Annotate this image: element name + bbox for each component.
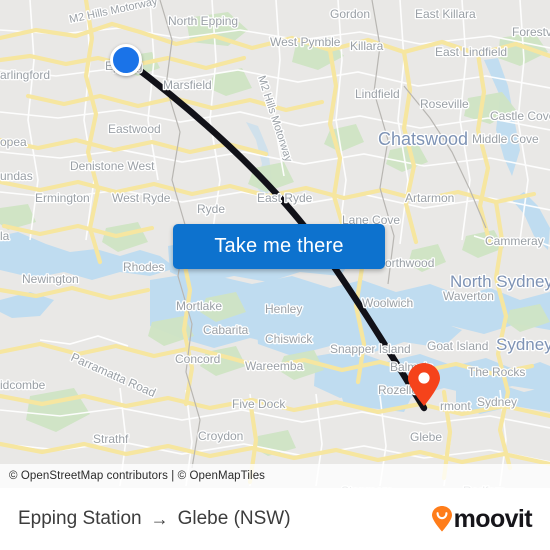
map-label: undas bbox=[0, 169, 33, 183]
map-label: Five Dock bbox=[232, 397, 286, 411]
route-summary: Epping Station → Glebe (NSW) bbox=[18, 508, 291, 530]
map-label: Denistone West bbox=[70, 159, 155, 173]
map-label: Artarmon bbox=[405, 191, 454, 205]
map-label: Strathf bbox=[93, 432, 129, 446]
map-label: North Epping bbox=[168, 14, 238, 28]
map-label: Goat Island bbox=[427, 339, 488, 353]
arrow-right-icon: → bbox=[150, 509, 169, 529]
map-label: Chiswick bbox=[265, 332, 313, 346]
map-label: The Rocks bbox=[468, 365, 525, 379]
map-label: Castle Cove bbox=[490, 109, 550, 123]
map-label: arlingford bbox=[0, 68, 50, 82]
map-label: Croydon bbox=[198, 429, 243, 443]
map-label: Cabarita bbox=[203, 323, 249, 337]
map-label: Mortlake bbox=[176, 299, 222, 313]
map-label: Newington bbox=[22, 272, 79, 286]
map-label: Rhodes bbox=[123, 260, 164, 274]
map-label: Sydney bbox=[496, 335, 550, 354]
map-label: Marsfield bbox=[163, 78, 212, 92]
map-label: Henley bbox=[265, 302, 302, 316]
attribution-text: © OpenStreetMap contributors | © OpenMap… bbox=[9, 470, 266, 482]
map-label: Eastwood bbox=[108, 122, 161, 136]
map-label: East Lindfield bbox=[435, 45, 507, 59]
map-label: idcombe bbox=[0, 378, 46, 392]
map-label: West Pymble bbox=[270, 35, 341, 49]
map-label: Cammeray bbox=[485, 234, 544, 248]
map-label: East Killara bbox=[415, 7, 476, 21]
map-label: Waverton bbox=[443, 289, 494, 303]
map-label: Snapper Island bbox=[330, 342, 411, 356]
map-label: Ermington bbox=[35, 191, 90, 205]
map-label: Gordon bbox=[330, 7, 370, 21]
map-label: Lindfield bbox=[355, 87, 400, 101]
map-label: la bbox=[0, 229, 10, 243]
moovit-wordmark: moovit bbox=[453, 504, 533, 533]
map-label: Concord bbox=[175, 352, 220, 366]
map-label: Roseville bbox=[420, 97, 469, 111]
map-label: orthwood bbox=[385, 256, 434, 270]
map-label: Killara bbox=[350, 39, 384, 53]
moovit-route-screenshot: M2 Hills Motorway North Epping Gordon East … bbox=[0, 0, 550, 550]
map-label: Forestville bbox=[512, 25, 550, 39]
map-label: Chatswood bbox=[378, 129, 468, 149]
route-destination-label: Glebe (NSW) bbox=[177, 508, 291, 529]
map-label: Ryde bbox=[197, 202, 225, 216]
map-label: rmont bbox=[440, 399, 471, 413]
map-label: Sydney bbox=[477, 395, 517, 409]
map-label: Woolwich bbox=[362, 296, 413, 310]
destination-marker-glebe[interactable] bbox=[407, 363, 441, 412]
map-label: opea bbox=[0, 135, 27, 149]
moovit-pin-icon bbox=[431, 506, 452, 532]
map-label: Wareemba bbox=[245, 359, 304, 373]
route-origin-label: Epping Station bbox=[18, 508, 142, 529]
map-label: East Ryde bbox=[257, 191, 313, 205]
map-attribution: © OpenStreetMap contributors | © OpenMap… bbox=[0, 464, 550, 488]
origin-marker-epping-station[interactable] bbox=[110, 44, 142, 76]
footer-bar: Epping Station → Glebe (NSW) moovit bbox=[0, 488, 550, 550]
map-label: West Ryde bbox=[112, 191, 171, 205]
map-label: Middle Cove bbox=[472, 132, 539, 146]
moovit-logo: moovit bbox=[431, 504, 533, 534]
take-me-there-button[interactable]: Take me there bbox=[173, 224, 385, 269]
map-label: Glebe bbox=[410, 430, 442, 444]
map-canvas[interactable]: M2 Hills Motorway North Epping Gordon East … bbox=[0, 0, 550, 488]
